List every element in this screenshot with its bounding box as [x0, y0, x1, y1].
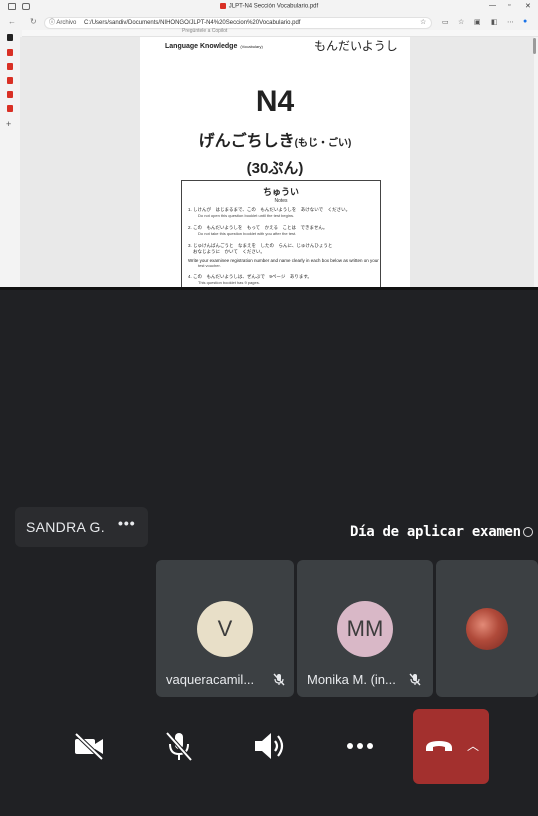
copilot-hint[interactable]: Pregúntele a Copilot: [182, 28, 227, 34]
camera-off-icon[interactable]: [71, 730, 107, 762]
doc-header: Language Knowledge (Vocabulary): [165, 43, 263, 50]
pdf-tab-icon[interactable]: [7, 105, 13, 112]
address-bar[interactable]: ⓘ Archivo C:/Users/sandiv/Documents/NIHO…: [44, 17, 432, 29]
pdf-tab-icon[interactable]: [7, 63, 13, 70]
avatar-photo: [466, 608, 508, 650]
address-bar-row: ← ↻ ⓘ Archivo C:/Users/sandiv/Documents/…: [0, 15, 538, 30]
doc-section-small: (もじ・ごい): [294, 138, 352, 149]
close-icon[interactable]: ✕: [525, 2, 531, 10]
note-item: 2. この もんだいようしを もって かえる ことは できません。 Do not …: [188, 225, 328, 236]
shared-screen: JLPT-N4 Sección Vocabulario.pdf — ▫ ✕ ← …: [0, 0, 538, 290]
end-call-icon: [426, 741, 452, 751]
call-controls: ︿: [0, 700, 538, 816]
info-icon: ⓘ: [49, 20, 56, 26]
presenter-label: SANDRA G. •••: [15, 507, 148, 547]
collections-icon[interactable]: ▣: [474, 18, 481, 26]
tab-title-row: JLPT-N4 Sección Vocabulario.pdf: [0, 3, 538, 10]
minimize-icon[interactable]: —: [489, 2, 496, 9]
caption-text: Día de aplicar examen: [350, 524, 521, 540]
presenter-name: SANDRA G.: [26, 519, 105, 535]
pdf-page: Language Knowledge (Vocabulary) もんだいようし N…: [140, 37, 410, 287]
participant-tile[interactable]: V vaqueracamil...: [156, 560, 294, 697]
browser-titlebar: JLPT-N4 Sección Vocabulario.pdf — ▫ ✕: [0, 0, 538, 15]
avatar: V: [197, 601, 253, 657]
mic-off-icon[interactable]: [161, 730, 197, 762]
pdf-tab-icon[interactable]: [7, 91, 13, 98]
clock-icon: [522, 527, 533, 537]
doc-level: N4: [255, 85, 295, 118]
mic-off-icon: [273, 673, 285, 686]
notes-title: ちゅうい: [262, 187, 299, 197]
more-icon[interactable]: ⋯: [507, 18, 514, 26]
vertical-tabs-sidebar: +: [0, 30, 20, 287]
participant-tile[interactable]: MM Monika M. (in...: [297, 560, 433, 697]
mic-off-icon: [409, 673, 421, 686]
tab-title[interactable]: JLPT-N4 Sección Vocabulario.pdf: [229, 4, 318, 10]
doc-header-small: (Vocabulary): [240, 44, 263, 49]
split-screen-icon[interactable]: ▭: [442, 18, 449, 26]
notes-subtitle: Notes: [274, 198, 288, 204]
favorite-icon[interactable]: ☆: [420, 18, 426, 26]
favorites-icon[interactable]: ☆: [458, 18, 464, 26]
speaker-icon[interactable]: [252, 730, 288, 762]
chevron-up-icon[interactable]: ︿: [467, 737, 479, 754]
scrollbar[interactable]: [533, 38, 536, 54]
avatar: MM: [337, 601, 393, 657]
note-item: Write your examinee registration number …: [188, 258, 379, 268]
refresh-icon[interactable]: ↻: [30, 17, 37, 26]
doc-section-title: げんごちしき: [198, 133, 295, 150]
url-text: C:/Users/sandiv/Documents/NIHONGO/JLPT-N…: [84, 20, 301, 26]
extensions-icon[interactable]: ◧: [491, 18, 498, 26]
maximize-icon[interactable]: ▫: [508, 2, 510, 9]
participant-name: Monika M. (in...: [307, 672, 396, 687]
pdf-icon: [219, 3, 226, 9]
more-options-icon[interactable]: [342, 730, 378, 762]
note-item: 1. しけんが はじまるまで、この もんだいようしを あけないで ください。 Do…: [188, 207, 351, 218]
doc-duration: (30ぷん): [246, 160, 304, 177]
participant-name: vaqueracamil...: [166, 672, 255, 687]
pdf-toolbar: Pregúntele a Copilot: [22, 28, 538, 37]
chat-caption: Día de aplicar examen: [350, 524, 533, 540]
tab-icon[interactable]: [7, 34, 13, 41]
pdf-tab-icon[interactable]: [7, 49, 13, 56]
pdf-viewer[interactable]: Language Knowledge (Vocabulary) もんだいようし N…: [20, 37, 534, 287]
more-options-icon[interactable]: •••: [118, 515, 136, 531]
participant-tile[interactable]: [436, 560, 538, 697]
doc-header-label: Language Knowledge: [165, 43, 238, 50]
note-item: 3. じゅけんばんごうと なまえを したの らんに、じゅけんひょうと おなじように…: [188, 243, 333, 254]
copilot-icon[interactable]: ●: [523, 18, 527, 25]
doc-header-jp: もんだいようし: [314, 39, 398, 53]
back-icon[interactable]: ←: [8, 17, 16, 26]
notes-box: ちゅうい Notes 1. しけんが はじまるまで、この もんだいようしを あけ…: [181, 180, 381, 287]
doc-section: げんごちしき(もじ・ごい): [140, 127, 410, 151]
end-call-button[interactable]: ︿: [413, 709, 489, 784]
address-label: Archivo: [56, 20, 77, 26]
note-item: 4. この もんだいようしは、ぜんぶで 9ページ あります。 This quest…: [188, 274, 312, 285]
pdf-tab-icon[interactable]: [7, 77, 13, 84]
new-tab-icon[interactable]: +: [6, 119, 11, 129]
